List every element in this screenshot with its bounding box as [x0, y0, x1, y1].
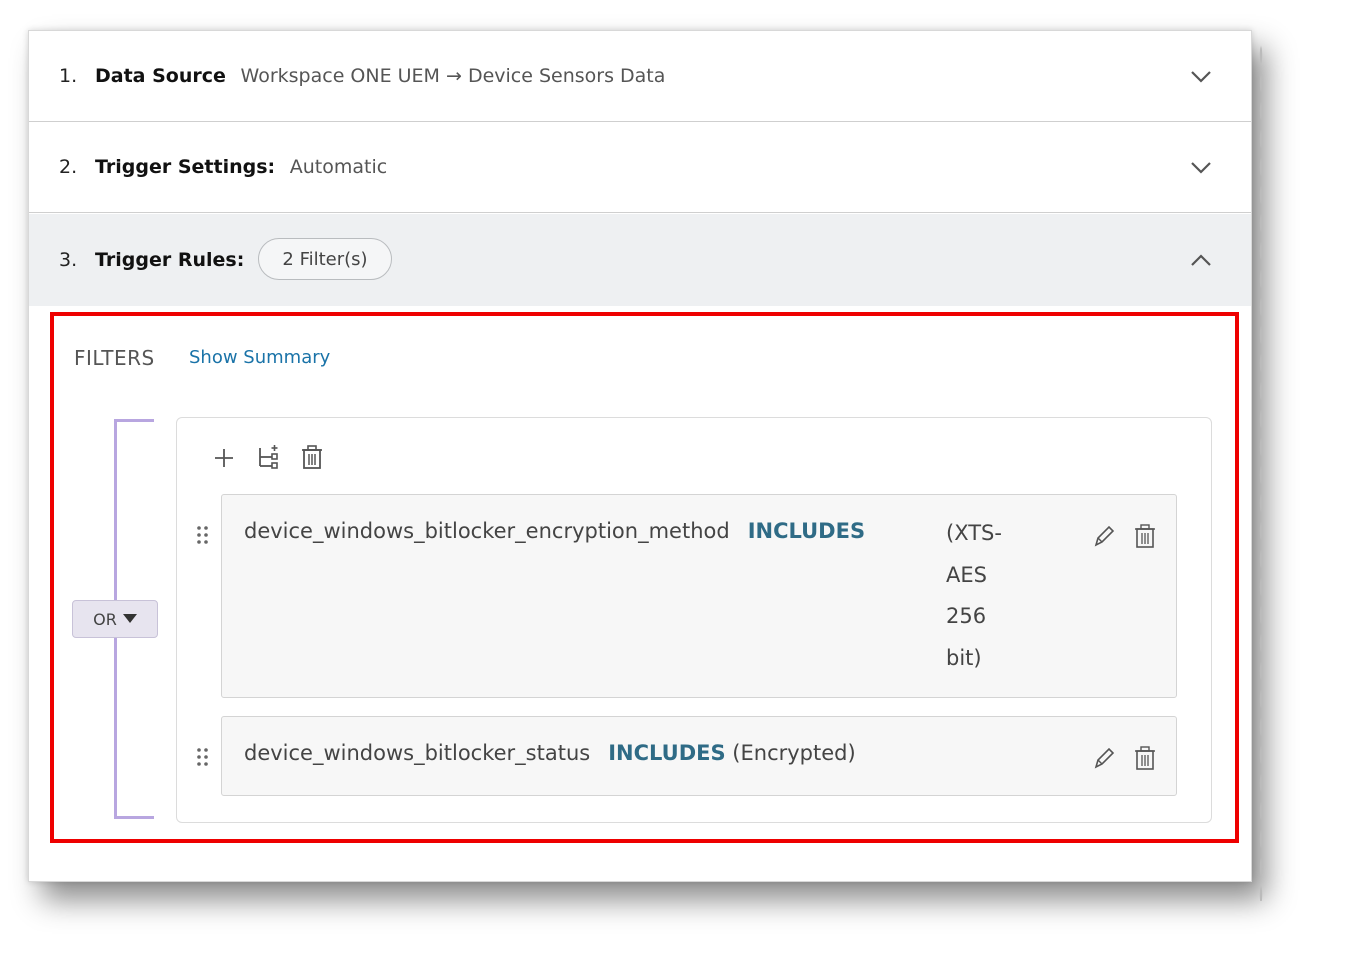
section-label: Trigger Settings: Automatic: [95, 156, 388, 178]
drag-handle-icon[interactable]: [196, 747, 210, 767]
section-label: Data Source Workspace ONE UEM → Device S…: [95, 65, 666, 87]
pencil-icon[interactable]: [1092, 745, 1116, 771]
filter-group: device_windows_bitlocker_encryption_meth…: [176, 417, 1212, 823]
logic-operator-label: OR: [93, 609, 117, 629]
trash-icon[interactable]: [1133, 745, 1157, 771]
trash-icon[interactable]: [1133, 523, 1157, 549]
logic-operator-dropdown[interactable]: OR: [72, 600, 158, 638]
section-number: 1.: [59, 65, 78, 87]
section-number: 2.: [59, 156, 78, 178]
rule-field: device_windows_bitlocker_status: [244, 741, 591, 765]
chevron-down-icon[interactable]: [1187, 62, 1215, 90]
trash-icon[interactable]: [299, 442, 325, 472]
rule-value: (Encrypted): [732, 741, 856, 765]
section-data-source[interactable]: 1. Data Source Workspace ONE UEM → Devic…: [29, 31, 1251, 122]
plus-icon[interactable]: [211, 442, 237, 472]
filters-highlight-box: FILTERS Show Summary OR device_windows_b…: [50, 312, 1239, 843]
pencil-icon[interactable]: [1092, 523, 1116, 549]
chevron-down-icon[interactable]: [1187, 153, 1215, 181]
filter-count-badge: 2 Filter(s): [258, 238, 392, 280]
rule-value: (XTS- AES 256 bit): [946, 521, 1002, 670]
section-trigger-rules[interactable]: 3. Trigger Rules: 2 Filter(s): [29, 214, 1251, 306]
rule-field: device_windows_bitlocker_encryption_meth…: [244, 519, 730, 543]
caret-down-icon: [122, 614, 137, 623]
rule-expression: device_windows_bitlocker_encryption_meth…: [244, 519, 865, 543]
drag-handle-icon[interactable]: [196, 525, 210, 545]
show-summary-link[interactable]: Show Summary: [189, 347, 330, 368]
chevron-up-icon[interactable]: [1187, 246, 1215, 274]
filter-rule: device_windows_bitlocker_status INCLUDES …: [197, 716, 1177, 796]
rule-operator: INCLUDES: [747, 519, 866, 543]
section-value: Automatic: [289, 156, 388, 178]
section-trigger-settings[interactable]: 2. Trigger Settings: Automatic: [29, 122, 1251, 213]
add-group-icon[interactable]: [255, 442, 281, 472]
section-value: Workspace ONE UEM → Device Sensors Data: [240, 65, 666, 87]
section-label: Trigger Rules:: [95, 249, 245, 271]
rule-expression: device_windows_bitlocker_status INCLUDES …: [244, 741, 856, 765]
rule-editor-card: 1. Data Source Workspace ONE UEM → Devic…: [28, 30, 1263, 901]
dotted-edge: [69, 891, 1249, 895]
group-toolbar: [211, 442, 325, 472]
filter-rule: device_windows_bitlocker_encryption_meth…: [197, 494, 1177, 698]
rule-operator: INCLUDES: [608, 741, 726, 765]
filters-title: FILTERS: [74, 346, 155, 370]
section-number: 3.: [59, 249, 78, 271]
dotted-edge: [1259, 41, 1263, 901]
